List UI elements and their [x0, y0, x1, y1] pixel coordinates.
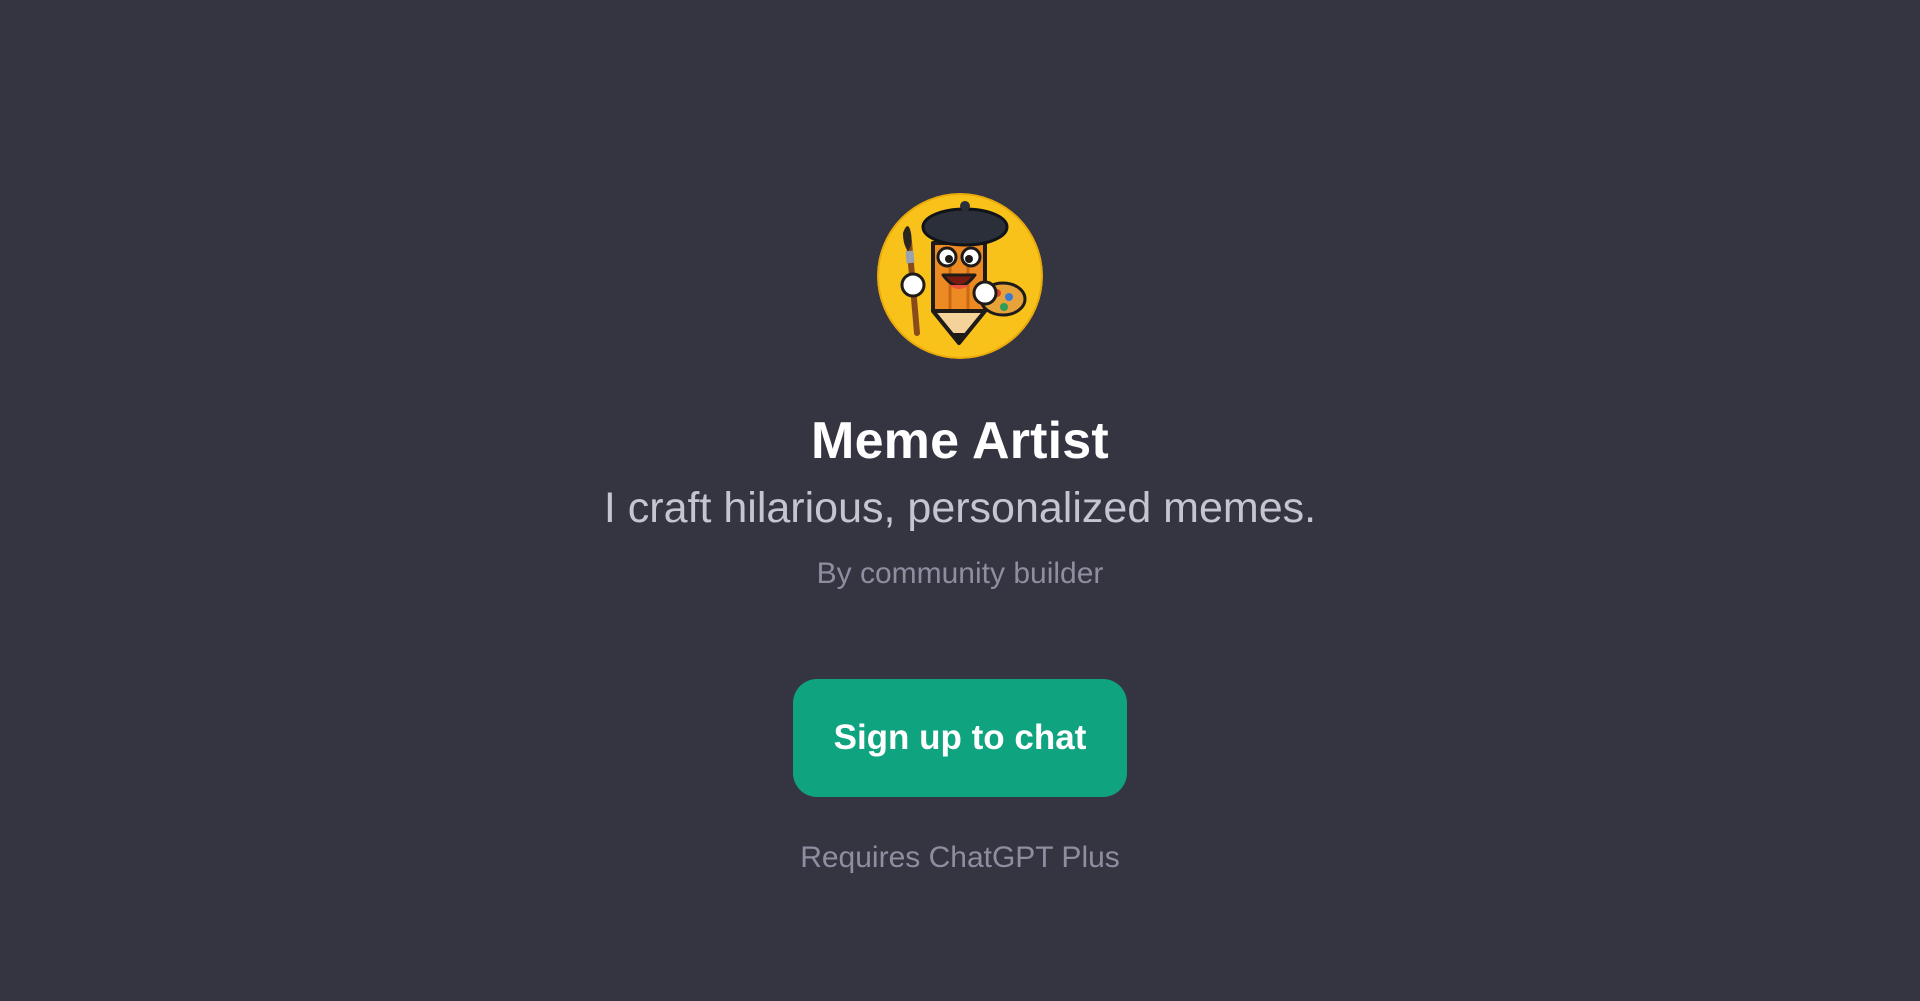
- pencil-artist-mascot-icon: [877, 193, 1043, 359]
- gpt-landing-page: Meme Artist I craft hilarious, personali…: [0, 0, 1920, 1001]
- sign-up-to-chat-button[interactable]: Sign up to chat: [793, 679, 1127, 797]
- plan-requirement-note: Requires ChatGPT Plus: [800, 841, 1120, 874]
- gpt-description: I craft hilarious, personalized memes.: [603, 484, 1317, 532]
- gpt-title: Meme Artist: [811, 412, 1109, 470]
- author-byline: By community builder: [816, 557, 1104, 590]
